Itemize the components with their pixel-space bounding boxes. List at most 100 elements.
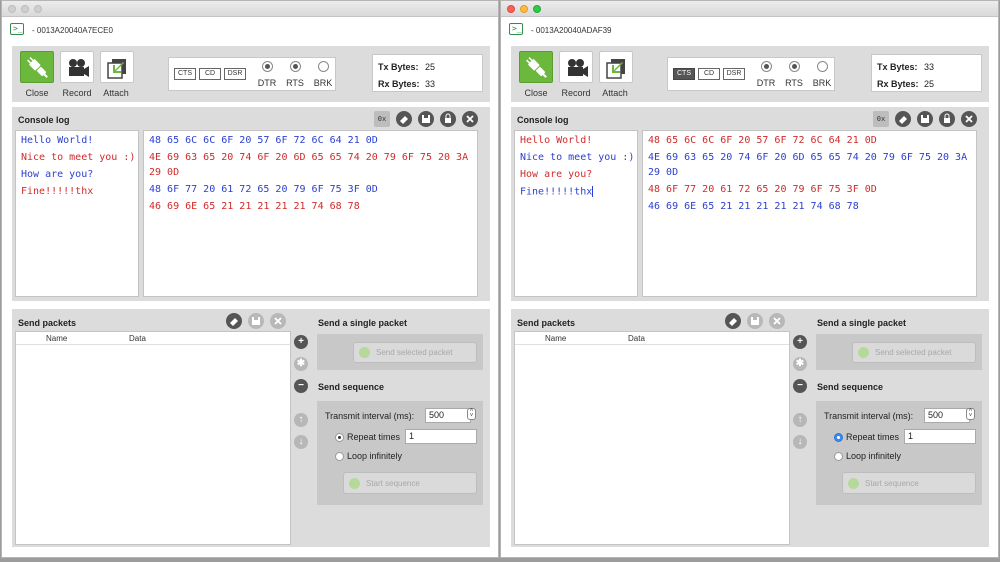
- attach-button[interactable]: [100, 51, 134, 83]
- send-selected-button[interactable]: Send selected packet: [852, 342, 976, 363]
- rts-toggle[interactable]: [290, 61, 301, 72]
- interval-label: Transmit interval (ms):: [325, 411, 415, 421]
- send-selected-label: Send selected packet: [376, 348, 453, 357]
- packet-list[interactable]: Name Data: [15, 331, 291, 545]
- attach-button[interactable]: [599, 51, 633, 83]
- rts-label: RTS: [785, 78, 803, 88]
- brk-toggle[interactable]: [318, 61, 329, 72]
- close-window-button[interactable]: [507, 5, 515, 13]
- serial-lines-panel: CTS CD DSR DTR RTS BRK: [667, 57, 835, 91]
- interval-stepper[interactable]: ˄ ˅: [467, 408, 476, 420]
- move-down-button[interactable]: ↓: [294, 435, 308, 449]
- add-packet-button[interactable]: +: [294, 335, 308, 349]
- log-line-hex: 48 65 6C 6C 6F 20 57 6F 72 6C 64 21 0D: [648, 135, 877, 146]
- send-selected-button[interactable]: Send selected packet: [353, 342, 477, 363]
- remove-all-packets-button[interactable]: [769, 313, 785, 329]
- title-bar[interactable]: [2, 1, 498, 17]
- log-line-ascii: Fine!!!!!thx: [21, 186, 94, 197]
- log-line-ascii: Fine!!!!!thx: [520, 186, 594, 198]
- device-mac-address: - 0013A20040A7ECE0: [32, 26, 113, 35]
- repeat-times-input[interactable]: 1: [904, 429, 976, 444]
- close-connection-button[interactable]: [519, 51, 553, 83]
- repeat-times-radio[interactable]: [335, 433, 344, 442]
- remove-all-packets-button[interactable]: [270, 313, 286, 329]
- dsr-indicator: DSR: [224, 68, 246, 80]
- add-packet-button[interactable]: +: [793, 335, 807, 349]
- loop-infinitely-radio[interactable]: [335, 452, 344, 461]
- rts-toggle[interactable]: [789, 61, 800, 72]
- single-packet-box: Send selected packet: [317, 334, 483, 370]
- hex-toggle-button[interactable]: 0x: [374, 111, 390, 127]
- rx-bytes-value: 33: [425, 79, 436, 89]
- save-packets-button[interactable]: [747, 313, 763, 329]
- save-icon: [921, 115, 929, 123]
- console-log-panel: Console log 0x Hello World! Nice to meet…: [511, 107, 989, 301]
- remove-packet-button[interactable]: −: [294, 379, 308, 393]
- close-console-button[interactable]: [961, 111, 977, 127]
- hex-log-pane[interactable]: 48 65 6C 6C 6F 20 57 6F 72 6C 64 21 0D 4…: [143, 130, 478, 297]
- log-line-ascii: Hello World!: [21, 135, 94, 146]
- interval-input[interactable]: 500: [425, 408, 471, 423]
- log-line-ascii: Hello World!: [520, 135, 593, 146]
- loop-infinitely-radio[interactable]: [834, 452, 843, 461]
- interval-stepper[interactable]: ˄ ˅: [966, 408, 975, 420]
- attach-icon: [107, 59, 126, 79]
- send-packets-panel: Send packets Name Data + ✱ − ↑ ↓ Send a …: [511, 309, 989, 547]
- minimize-window-button[interactable]: [21, 5, 29, 13]
- dsr-indicator: DSR: [723, 68, 745, 80]
- brk-toggle[interactable]: [817, 61, 828, 72]
- zoom-window-button[interactable]: [34, 5, 42, 13]
- zoom-window-button[interactable]: [533, 5, 541, 13]
- interval-input[interactable]: 500: [924, 408, 970, 423]
- save-console-button[interactable]: [418, 111, 434, 127]
- lock-console-button[interactable]: [939, 111, 955, 127]
- remove-packet-button[interactable]: −: [793, 379, 807, 393]
- brk-label: BRK: [812, 78, 832, 88]
- clear-packets-button[interactable]: [725, 313, 741, 329]
- cts-indicator: CTS: [673, 68, 695, 80]
- move-up-button[interactable]: ↑: [793, 413, 807, 427]
- record-label: Record: [561, 88, 591, 98]
- play-icon: [349, 478, 360, 489]
- close-connection-button[interactable]: [20, 51, 54, 83]
- dtr-toggle[interactable]: [262, 61, 273, 72]
- packet-list[interactable]: Name Data: [514, 331, 790, 545]
- move-down-button[interactable]: ↓: [793, 435, 807, 449]
- serial-lines-panel: CTS CD DSR DTR RTS BRK: [168, 57, 336, 91]
- record-button[interactable]: [60, 51, 94, 83]
- gear-icon[interactable]: ✱: [793, 357, 807, 371]
- clear-console-button[interactable]: [895, 111, 911, 127]
- dtr-toggle[interactable]: [761, 61, 772, 72]
- clear-packets-button[interactable]: [226, 313, 242, 329]
- video-camera-icon: [568, 59, 588, 77]
- send-packets-title: Send packets: [18, 318, 77, 328]
- gear-icon[interactable]: ✱: [294, 357, 308, 371]
- start-sequence-button[interactable]: Start sequence: [343, 472, 477, 494]
- title-bar[interactable]: [501, 1, 998, 17]
- repeat-times-input[interactable]: 1: [405, 429, 477, 444]
- column-header-name: Name: [545, 334, 567, 343]
- move-up-button[interactable]: ↑: [294, 413, 308, 427]
- log-line-hex: 48 6F 77 20 61 72 65 20 79 6F 75 3F 0D: [149, 184, 378, 195]
- start-sequence-button[interactable]: Start sequence: [842, 472, 976, 494]
- repeat-times-radio[interactable]: [834, 433, 843, 442]
- column-header-name: Name: [46, 334, 68, 343]
- eraser-icon: [729, 318, 737, 326]
- ascii-log-pane[interactable]: Hello World! Nice to meet you :) How are…: [15, 130, 139, 297]
- close-window-button[interactable]: [8, 5, 16, 13]
- tx-bytes-value: 33: [924, 62, 935, 72]
- lock-console-button[interactable]: [440, 111, 456, 127]
- minimize-window-button[interactable]: [520, 5, 528, 13]
- record-button[interactable]: [559, 51, 593, 83]
- ascii-log-pane[interactable]: Hello World! Nice to meet you :) How are…: [514, 130, 638, 297]
- play-icon: [858, 347, 869, 358]
- plug-icon: [27, 57, 48, 78]
- hex-log-pane[interactable]: 48 65 6C 6C 6F 20 57 6F 72 6C 64 21 0D 4…: [642, 130, 977, 297]
- close-icon: [773, 317, 781, 325]
- clear-console-button[interactable]: [396, 111, 412, 127]
- hex-toggle-button[interactable]: 0x: [873, 111, 889, 127]
- close-console-button[interactable]: [462, 111, 478, 127]
- log-line-ascii: Nice to meet you :): [21, 152, 136, 163]
- save-packets-button[interactable]: [248, 313, 264, 329]
- save-console-button[interactable]: [917, 111, 933, 127]
